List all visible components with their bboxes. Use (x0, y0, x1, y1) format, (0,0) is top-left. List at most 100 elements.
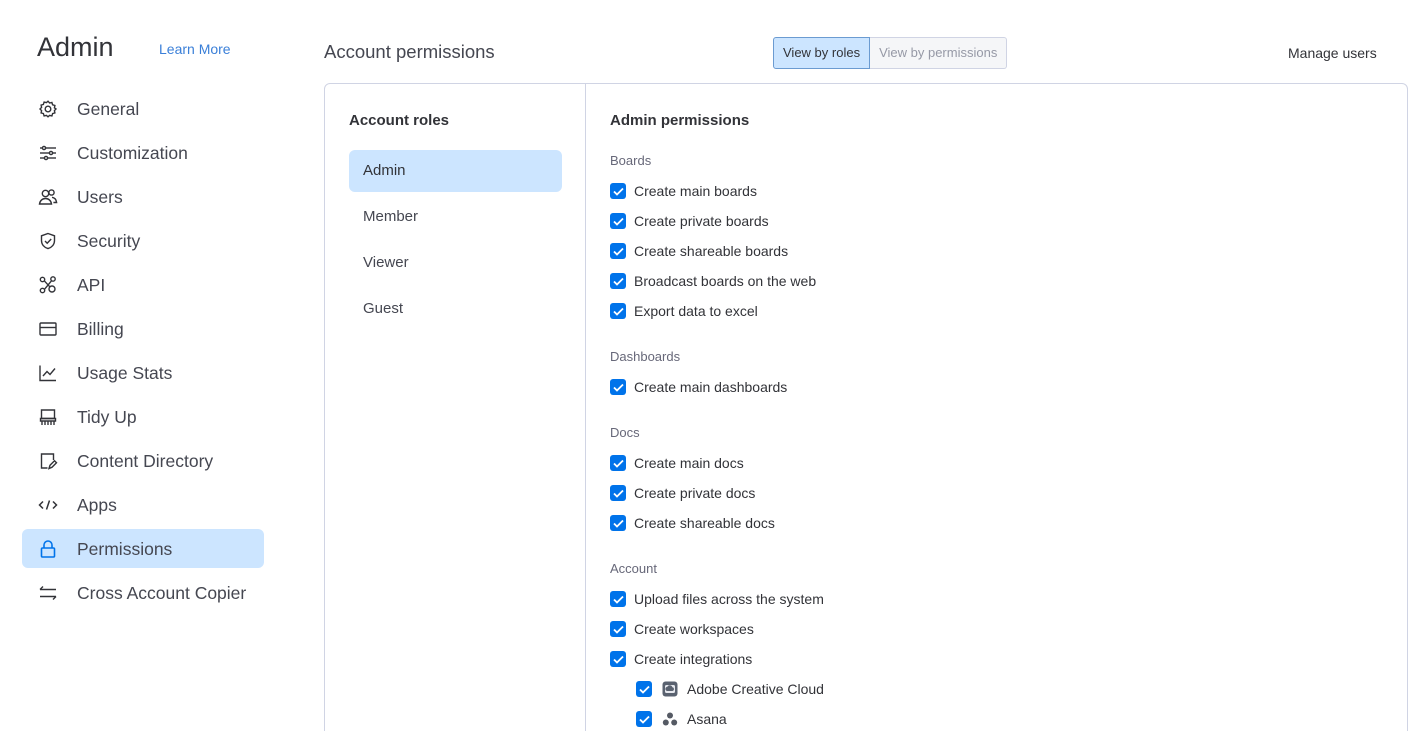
sidebar-nav: General Customization Users Security API… (22, 89, 264, 617)
permission-row[interactable]: Create main docs (610, 453, 744, 473)
broom-icon (37, 406, 59, 428)
permission-row[interactable]: Upload files across the system (610, 589, 824, 609)
permission-row[interactable]: Create private docs (610, 483, 755, 503)
account-roles-heading: Account roles (349, 112, 450, 129)
permission-row[interactable]: Broadcast boards on the web (610, 271, 816, 291)
group-label-account: Account (610, 561, 657, 576)
sidebar-item-label: Cross Account Copier (77, 583, 247, 603)
checkbox-checked[interactable] (610, 243, 626, 259)
permission-row[interactable]: Create integrations (610, 649, 752, 669)
sidebar-item-label: Permissions (77, 539, 173, 559)
sidebar-item-label: Content Directory (77, 451, 214, 471)
view-by-roles-button[interactable]: View by roles (773, 37, 871, 69)
chart-icon (37, 362, 59, 384)
permission-row[interactable]: Create main dashboards (610, 377, 787, 397)
sidebar-item-cross-account-copier[interactable]: Cross Account Copier (22, 573, 264, 612)
account-roles-column: Account roles Admin Member Viewer Guest (325, 84, 586, 731)
permission-label: Export data to excel (634, 303, 758, 319)
sidebar-item-label: Billing (77, 319, 124, 339)
permission-row[interactable]: Create private boards (610, 211, 769, 231)
group-label-docs: Docs (610, 425, 640, 440)
view-toggle: View by roles View by permissions (773, 37, 1008, 69)
role-admin[interactable]: Admin (349, 150, 562, 192)
permission-label: Create main docs (634, 455, 744, 471)
credit-card-icon (37, 318, 59, 340)
permission-row[interactable]: Create workspaces (610, 619, 754, 639)
checkbox-checked[interactable] (610, 621, 626, 637)
learn-more-link[interactable]: Learn More (159, 40, 231, 58)
integration-label: Asana (687, 711, 727, 727)
gear-icon (37, 98, 59, 120)
permission-row[interactable]: Create main boards (610, 181, 757, 201)
permission-row[interactable]: Create shareable boards (610, 241, 788, 261)
checkbox-checked[interactable] (610, 303, 626, 319)
permission-label: Create workspaces (634, 621, 754, 637)
checkbox-checked[interactable] (610, 379, 626, 395)
sidebar-item-billing[interactable]: Billing (22, 309, 264, 348)
adobe-creative-cloud-icon (661, 681, 678, 698)
code-icon (37, 494, 59, 516)
checkbox-checked[interactable] (636, 681, 652, 697)
permission-label: Broadcast boards on the web (634, 273, 817, 289)
checkbox-checked[interactable] (610, 485, 626, 501)
sidebar-item-label: Users (77, 187, 123, 207)
permission-label: Create main dashboards (634, 379, 788, 395)
role-member[interactable]: Member (349, 196, 562, 238)
view-by-permissions-button[interactable]: View by permissions (870, 37, 1008, 69)
sidebar-item-usage-stats[interactable]: Usage Stats (22, 353, 264, 392)
sidebar-item-label: Security (77, 231, 141, 251)
document-edit-icon (37, 450, 59, 472)
sidebar-item-label: Customization (77, 143, 188, 163)
role-list: Admin Member Viewer Guest (349, 150, 562, 334)
permission-label: Create private boards (634, 213, 769, 229)
permission-label: Create main boards (634, 183, 757, 199)
manage-users-link[interactable]: Manage users (1288, 44, 1377, 62)
lock-icon (37, 538, 59, 560)
sidebar-item-general[interactable]: General (22, 89, 264, 128)
checkbox-checked[interactable] (610, 455, 626, 471)
sidebar-item-permissions[interactable]: Permissions (22, 529, 264, 568)
integration-row-adobe-creative-cloud[interactable]: Adobe Creative Cloud (636, 679, 824, 699)
sidebar-item-security[interactable]: Security (22, 221, 264, 260)
checkbox-checked[interactable] (610, 183, 626, 199)
api-icon (37, 274, 59, 296)
permissions-panel: Account roles Admin Member Viewer Guest … (324, 83, 1408, 731)
users-icon (37, 186, 59, 208)
permission-label: Create shareable boards (634, 243, 789, 259)
integration-row-asana[interactable]: Asana (636, 709, 727, 729)
group-label-dashboards: Dashboards (610, 349, 681, 364)
permission-label: Create shareable docs (634, 515, 775, 531)
shield-icon (37, 230, 59, 252)
page-title: Account permissions (324, 41, 495, 62)
role-guest[interactable]: Guest (349, 288, 562, 330)
admin-permissions-heading: Admin permissions (610, 112, 750, 129)
checkbox-checked[interactable] (610, 651, 626, 667)
sidebar-item-label: API (77, 275, 106, 295)
sidebar-item-label: General (77, 99, 140, 119)
checkbox-checked[interactable] (636, 711, 652, 727)
sliders-icon (37, 142, 59, 164)
sidebar-item-tidy-up[interactable]: Tidy Up (22, 397, 264, 436)
admin-permissions-column: Admin permissions Boards Create main boa… (586, 84, 1407, 731)
sidebar-item-label: Apps (77, 495, 117, 515)
sidebar-item-label: Tidy Up (77, 407, 137, 427)
admin-title: Admin (37, 32, 114, 62)
permission-row[interactable]: Create shareable docs (610, 513, 775, 533)
sidebar-item-users[interactable]: Users (22, 177, 264, 216)
sidebar-item-api[interactable]: API (22, 265, 264, 304)
permission-label: Create private docs (634, 485, 756, 501)
checkbox-checked[interactable] (610, 213, 626, 229)
sidebar-item-apps[interactable]: Apps (22, 485, 264, 524)
permission-row[interactable]: Export data to excel (610, 301, 758, 321)
transfer-arrows-icon (37, 582, 59, 604)
checkbox-checked[interactable] (610, 591, 626, 607)
group-label-boards: Boards (610, 153, 652, 168)
checkbox-checked[interactable] (610, 273, 626, 289)
role-viewer[interactable]: Viewer (349, 242, 562, 284)
permission-label: Create integrations (634, 651, 753, 667)
sidebar-item-customization[interactable]: Customization (22, 133, 264, 172)
checkbox-checked[interactable] (610, 515, 626, 531)
sidebar-item-label: Usage Stats (77, 363, 173, 383)
sidebar-item-content-directory[interactable]: Content Directory (22, 441, 264, 480)
sidebar: Admin Learn More General Customization U… (0, 0, 290, 731)
